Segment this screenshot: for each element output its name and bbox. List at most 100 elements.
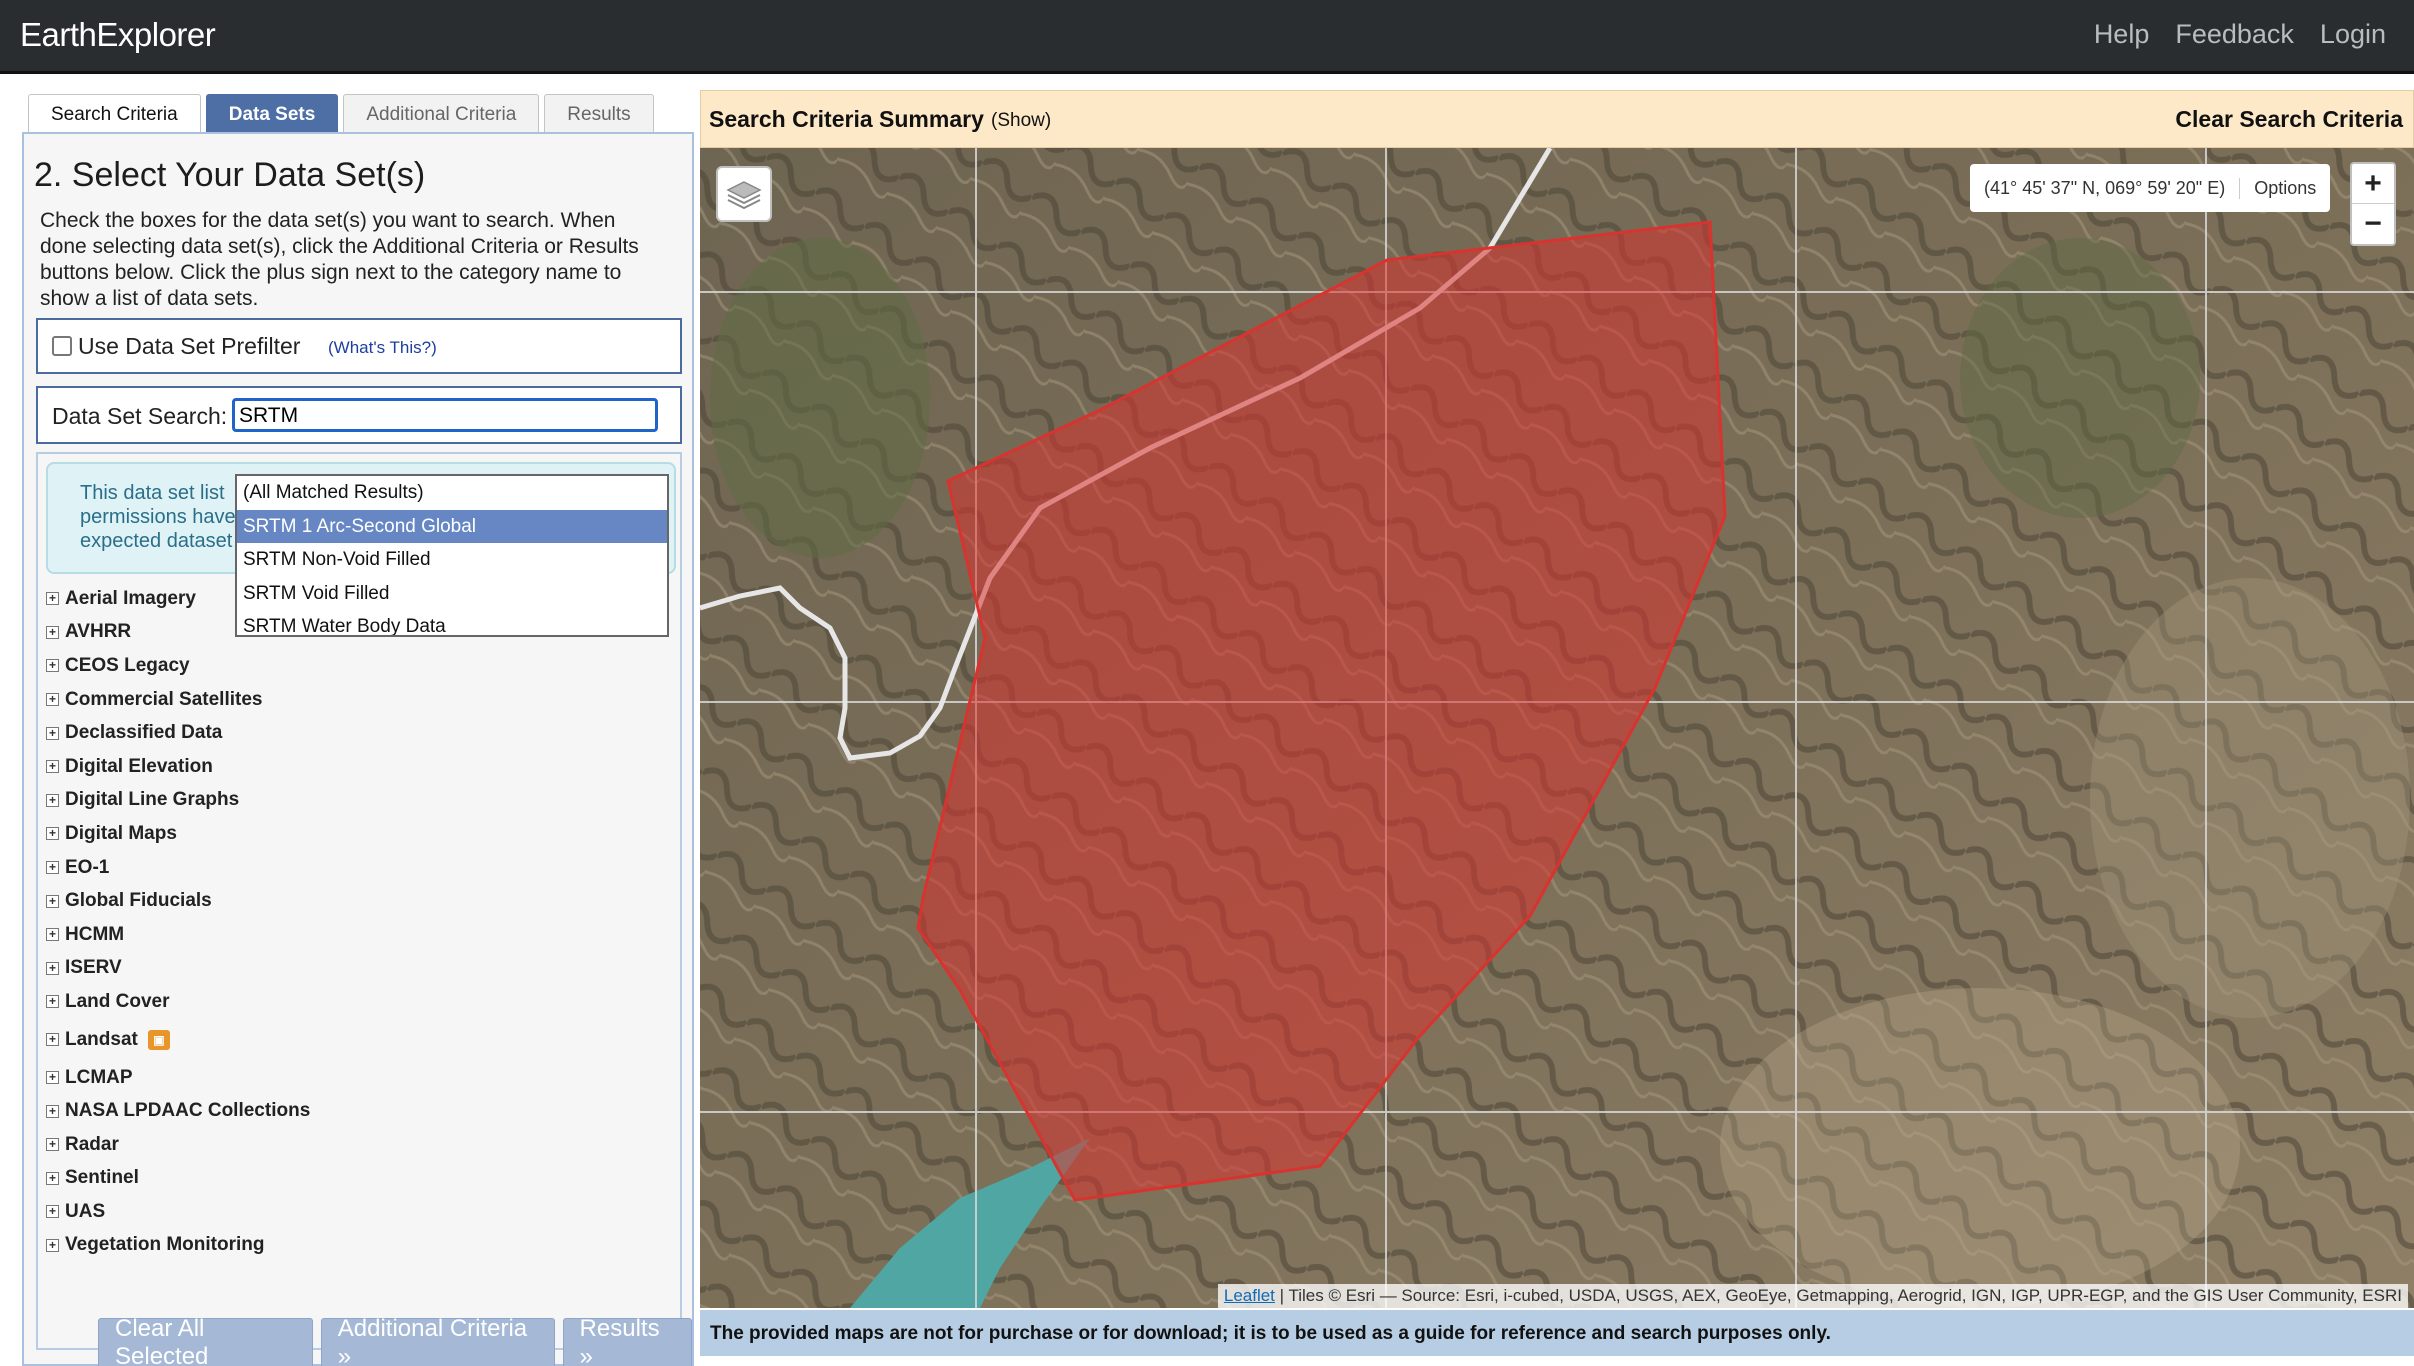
- attribution-text: | Tiles © Esri — Source: Esri, i-cubed, …: [1274, 1286, 2402, 1305]
- category-label: EO-1: [65, 856, 110, 878]
- category-label: Landsat: [65, 1028, 138, 1050]
- notice-line: permissions have: [80, 506, 236, 528]
- expand-plus-icon[interactable]: +: [46, 995, 59, 1009]
- category-item[interactable]: + Digital Line Graphs: [46, 784, 666, 818]
- expand-plus-icon[interactable]: +: [46, 693, 59, 707]
- nav-help-link[interactable]: Help: [2094, 19, 2150, 50]
- category-item[interactable]: + Landsat ▣: [46, 1019, 666, 1061]
- data-sets-panel: 2. Select Your Data Set(s) Check the box…: [22, 132, 694, 1366]
- whats-this-link[interactable]: (What's This?): [328, 338, 437, 358]
- expand-plus-icon[interactable]: +: [46, 861, 59, 875]
- expand-plus-icon[interactable]: +: [46, 1238, 59, 1252]
- expand-plus-icon[interactable]: +: [46, 827, 59, 841]
- category-label: HCMM: [65, 923, 125, 945]
- expand-plus-icon[interactable]: +: [46, 1171, 59, 1185]
- clear-all-selected-button[interactable]: Clear All Selected: [98, 1315, 313, 1366]
- category-item[interactable]: + CEOS Legacy: [46, 649, 666, 683]
- expand-plus-icon[interactable]: +: [46, 1033, 59, 1047]
- cursor-coordinates: (41° 45' 37" N, 069° 59' 20" E): [1970, 177, 2241, 199]
- expand-plus-icon[interactable]: +: [46, 928, 59, 942]
- zoom-in-button[interactable]: +: [2352, 164, 2394, 204]
- expand-plus-icon[interactable]: +: [46, 659, 59, 673]
- autocomplete-option[interactable]: SRTM Non-Void Filled: [237, 543, 667, 577]
- category-item[interactable]: + Digital Maps: [46, 817, 666, 851]
- map-view[interactable]: (41° 45' 37" N, 069° 59' 20" E) Options …: [700, 148, 2414, 1308]
- prefilter-checkbox[interactable]: [52, 336, 72, 356]
- category-label: Digital Maps: [65, 822, 177, 844]
- category-item[interactable]: + Sentinel: [46, 1162, 666, 1196]
- nav-feedback-link[interactable]: Feedback: [2175, 19, 2294, 50]
- expand-plus-icon[interactable]: +: [46, 961, 59, 975]
- nav-login-link[interactable]: Login: [2320, 19, 2386, 50]
- expand-plus-icon[interactable]: +: [46, 1104, 59, 1118]
- category-item[interactable]: + LCMAP: [46, 1061, 666, 1095]
- autocomplete-option-highlighted[interactable]: SRTM 1 Arc-Second Global: [237, 509, 667, 543]
- dataset-search-box: Data Set Search: SRTM: [36, 386, 682, 444]
- tab-additional-criteria[interactable]: Additional Criteria: [343, 94, 540, 134]
- expand-plus-icon[interactable]: +: [46, 726, 59, 740]
- leaflet-link[interactable]: Leaflet: [1224, 1286, 1275, 1305]
- dataset-autocomplete-dropdown: (All Matched Results) SRTM 1 Arc-Second …: [235, 474, 669, 637]
- category-label: Aerial Imagery: [65, 587, 196, 609]
- tab-search-criteria[interactable]: Search Criteria: [28, 94, 201, 134]
- results-button[interactable]: Results »: [562, 1315, 692, 1366]
- category-label: AVHRR: [65, 621, 132, 643]
- category-item[interactable]: + Global Fiducials: [46, 884, 666, 918]
- notice-line: expected dataset: [80, 530, 233, 552]
- expand-plus-icon[interactable]: +: [46, 1138, 59, 1152]
- category-label: CEOS Legacy: [65, 654, 190, 676]
- top-nav: Help Feedback Login: [2094, 19, 2386, 50]
- map-options-button[interactable]: Options: [2240, 178, 2330, 199]
- zoom-out-button[interactable]: −: [2352, 204, 2394, 244]
- category-item[interactable]: + HCMM: [46, 918, 666, 952]
- expand-plus-icon[interactable]: +: [46, 592, 59, 606]
- autocomplete-option[interactable]: SRTM Water Body Data: [237, 610, 667, 635]
- category-item[interactable]: + Declassified Data: [46, 716, 666, 750]
- category-label: Radar: [65, 1133, 119, 1155]
- top-bar: EarthExplorer Help Feedback Login: [0, 0, 2414, 74]
- category-item[interactable]: + NASA LPDAAC Collections: [46, 1094, 666, 1128]
- category-item[interactable]: + EO-1: [46, 851, 666, 885]
- layers-icon: [726, 181, 762, 210]
- category-item[interactable]: + ISERV: [46, 952, 666, 986]
- instructions: Check the boxes for the data set(s) you …: [40, 208, 670, 312]
- prefilter-label[interactable]: Use Data Set Prefilter: [78, 333, 300, 360]
- category-item[interactable]: + Land Cover: [46, 985, 666, 1019]
- disclaimer-text: The provided maps are not for purchase o…: [710, 1323, 1831, 1344]
- autocomplete-option[interactable]: SRTM Void Filled: [237, 577, 667, 611]
- tab-bar: Search Criteria Data Sets Additional Cri…: [28, 94, 654, 134]
- instructions-line: show a list of data sets.: [40, 287, 259, 310]
- expand-plus-icon[interactable]: +: [46, 1205, 59, 1219]
- category-label: UAS: [65, 1200, 106, 1222]
- dataset-search-input[interactable]: SRTM: [232, 398, 658, 432]
- panel-title: 2. Select Your Data Set(s): [34, 156, 426, 194]
- category-item[interactable]: + Commercial Satellites: [46, 683, 666, 717]
- autocomplete-option[interactable]: (All Matched Results): [237, 476, 667, 510]
- category-label: Declassified Data: [65, 722, 223, 744]
- category-item[interactable]: + UAS: [46, 1195, 666, 1229]
- prefilter-box: Use Data Set Prefilter (What's This?): [36, 318, 682, 374]
- category-label: Sentinel: [65, 1167, 139, 1189]
- expand-plus-icon[interactable]: +: [46, 793, 59, 807]
- brand-logo[interactable]: EarthExplorer: [20, 16, 216, 54]
- category-item[interactable]: + Radar: [46, 1128, 666, 1162]
- notice-line: This data set list: [80, 482, 225, 504]
- expand-plus-icon[interactable]: +: [46, 894, 59, 908]
- map-disclaimer: The provided maps are not for purchase o…: [700, 1310, 2414, 1356]
- expand-plus-icon[interactable]: +: [46, 625, 59, 639]
- summary-show-link[interactable]: (Show): [991, 110, 1051, 132]
- instructions-line: Check the boxes for the data set(s) you …: [40, 209, 616, 232]
- expand-plus-icon[interactable]: +: [46, 1071, 59, 1085]
- dataset-search-label: Data Set Search:: [52, 403, 228, 429]
- layers-button[interactable]: [716, 166, 772, 222]
- expand-plus-icon[interactable]: +: [46, 760, 59, 774]
- clear-search-criteria-link[interactable]: Clear Search Criteria: [2175, 106, 2403, 133]
- tab-results[interactable]: Results: [544, 94, 654, 134]
- category-item[interactable]: + Digital Elevation: [46, 750, 666, 784]
- additional-criteria-button[interactable]: Additional Criteria »: [320, 1315, 555, 1366]
- category-label: Digital Line Graphs: [65, 789, 240, 811]
- category-label: Commercial Satellites: [65, 688, 263, 710]
- map-attribution: Leaflet | Tiles © Esri — Source: Esri, i…: [1217, 1284, 2408, 1308]
- category-item[interactable]: + Vegetation Monitoring: [46, 1229, 666, 1263]
- tab-data-sets[interactable]: Data Sets: [205, 94, 339, 134]
